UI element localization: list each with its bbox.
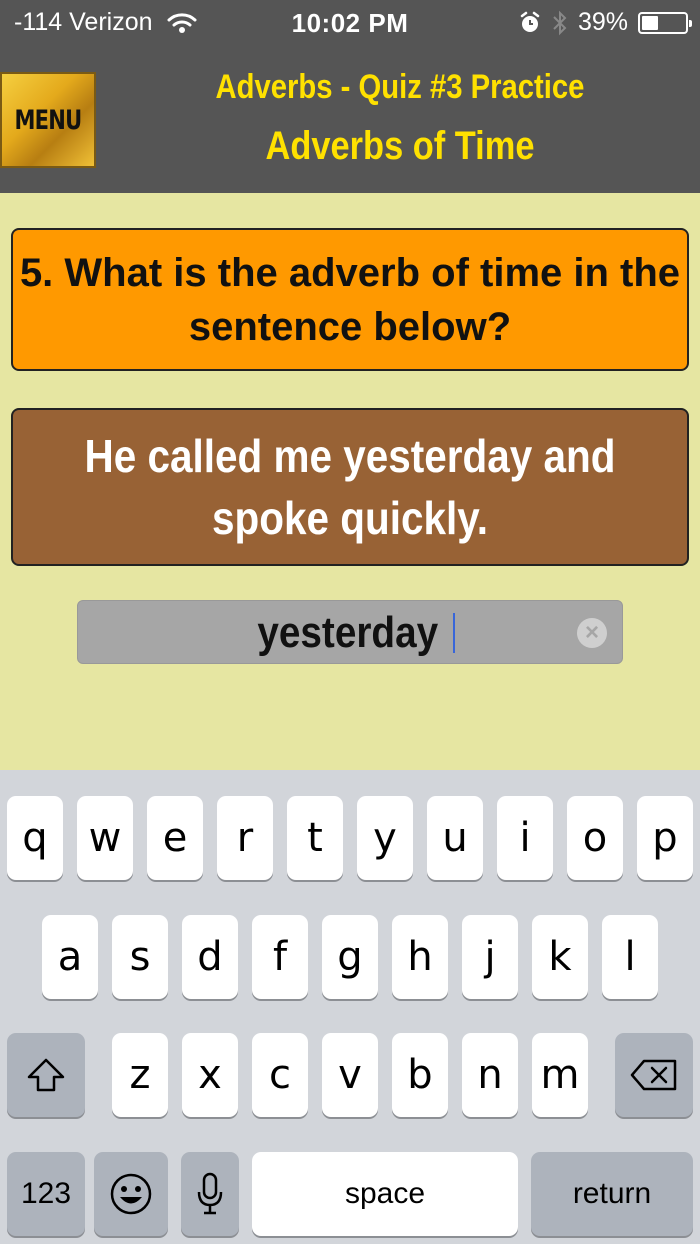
key-label: c [269,1052,291,1098]
key-label: k [548,934,572,980]
keyboard: 123 space return qwe r t yu i op asd f gh j k l z x c v… [0,770,700,1244]
key-r[interactable]: r [217,796,273,880]
key-label: m [540,1052,580,1098]
numbers-key-label: 123 [20,1177,72,1210]
key-label: e [162,815,188,861]
key-t[interactable]: t [287,796,343,880]
key-u[interactable]: u [427,796,483,880]
quiz-subtitle: Adverbs of Time [265,124,535,168]
key-m[interactable]: m [532,1033,588,1117]
emoji-icon [110,1173,152,1215]
key-label: z [129,1052,151,1098]
space-key-label: space [344,1177,426,1210]
return-key-label: return [572,1177,652,1210]
app-header: -114 Verizon 10:02 PM 39% MENU Adverbs -… [0,0,700,193]
key-label: i [519,815,531,861]
key-label: b [407,1052,433,1098]
key-label: a [57,934,83,980]
answer-input[interactable]: yesterday × [77,600,623,664]
microphone-key[interactable] [181,1152,239,1236]
key-label: r [236,815,254,861]
key-k[interactable]: k [532,915,588,999]
key-b[interactable]: b [392,1033,448,1117]
menu-button[interactable]: MENU [0,72,96,168]
numbers-key[interactable]: 123 [7,1152,85,1236]
key-p[interactable]: p [637,796,693,880]
key-s[interactable]: s [112,915,168,999]
key-label: j [484,934,496,980]
key-label: g [337,934,363,980]
space-key[interactable]: space [252,1152,518,1236]
delete-icon [630,1059,677,1091]
battery-icon [638,11,692,34]
key-a[interactable]: a [42,915,98,999]
question-text: 5. What is the adverb of time in the sen… [19,250,681,349]
shift-icon [27,1058,65,1092]
key-w[interactable]: w [77,796,133,880]
key-v[interactable]: v [322,1033,378,1117]
question-box: 5. What is the adverb of time in the sen… [11,228,689,371]
key-i[interactable]: i [497,796,553,880]
bluetooth-icon [553,10,567,35]
key-label: f [272,934,288,980]
key-z[interactable]: z [112,1033,168,1117]
key-label: l [624,934,636,980]
key-x[interactable]: x [182,1033,238,1117]
sentence-box: He called me yesterday and spoke quickly… [11,408,689,566]
key-label: x [198,1052,222,1098]
delete-key[interactable] [615,1033,693,1117]
key-label: s [129,934,151,980]
status-bar: -114 Verizon 10:02 PM 39% [0,0,700,48]
key-label: d [197,934,223,980]
key-h[interactable]: h [392,915,448,999]
key-label: t [307,815,323,861]
key-label: o [582,815,608,861]
key-y[interactable]: y [357,796,413,880]
emoji-key[interactable] [94,1152,168,1236]
key-l[interactable]: l [602,915,658,999]
sentence-text: He called me yesterday and spoke quickly… [84,430,616,544]
key-label: n [477,1052,503,1098]
key-label: w [88,815,122,861]
return-key[interactable]: return [531,1152,693,1236]
key-g[interactable]: g [322,915,378,999]
key-o[interactable]: o [567,796,623,880]
key-label: h [407,934,433,980]
key-e[interactable]: e [147,796,203,880]
menu-button-label: MENU [14,104,83,136]
microphone-icon [197,1172,223,1215]
key-f[interactable]: f [252,915,308,999]
key-q[interactable]: q [7,796,63,880]
key-label: y [373,815,397,861]
alarm-icon [520,11,540,32]
shift-key[interactable] [7,1033,85,1117]
battery-percent: 39% [577,8,628,36]
key-label: p [652,815,678,861]
quiz-title: Adverbs - Quiz #3 Practice [215,68,585,106]
key-label: u [442,815,468,861]
key-d[interactable]: d [182,915,238,999]
key-label: q [22,815,48,861]
text-caret [452,613,455,653]
key-j[interactable]: j [462,915,518,999]
key-n[interactable]: n [462,1033,518,1117]
key-c[interactable]: c [252,1033,308,1117]
key-label: v [338,1052,362,1098]
answer-value: yesterday [257,608,439,657]
clear-icon[interactable]: × [577,618,607,648]
